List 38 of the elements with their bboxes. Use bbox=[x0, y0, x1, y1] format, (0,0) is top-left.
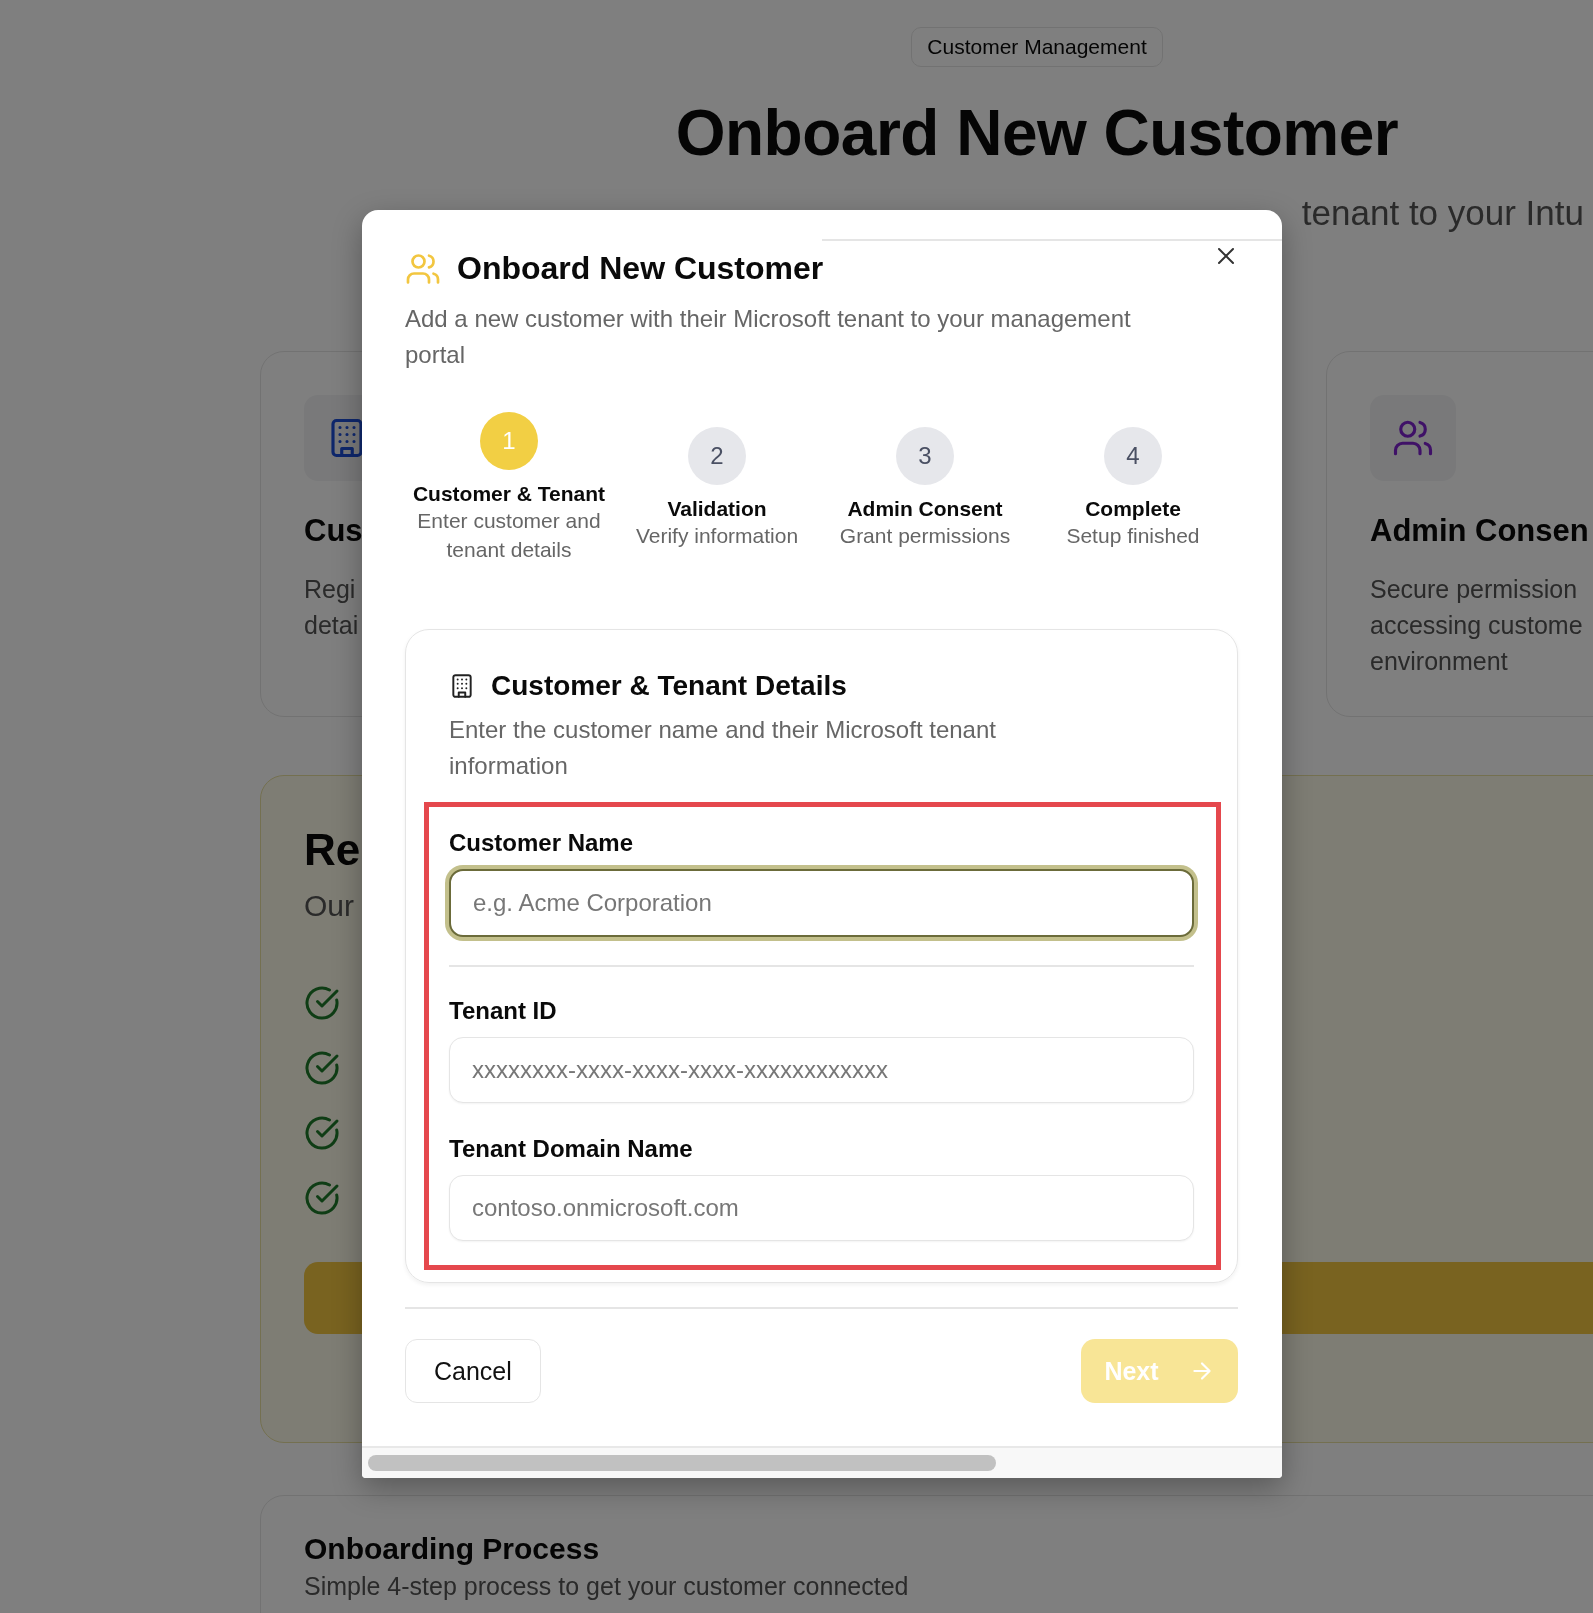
cancel-button[interactable]: Cancel bbox=[405, 1339, 541, 1403]
card-description: Simple 4-step process to get your customer connected bbox=[304, 1572, 910, 1601]
field-label: Tenant ID bbox=[449, 997, 558, 1025]
step-label: Validation bbox=[667, 496, 767, 521]
check-circle-icon bbox=[304, 1115, 340, 1151]
card-title: Onboarding Process bbox=[304, 1532, 601, 1566]
card-title: Re bbox=[304, 824, 361, 876]
step-number: 3 bbox=[896, 426, 954, 485]
step-description: Verify information bbox=[635, 522, 799, 549]
category-badge: Customer Management bbox=[911, 27, 1163, 67]
step-number: 4 bbox=[1104, 426, 1162, 485]
page-subtitle: tenant to your Intu bbox=[1301, 192, 1584, 234]
step-description: Setup finished bbox=[1066, 522, 1200, 549]
card-description: Our bbox=[304, 889, 354, 923]
input-field[interactable]: e.g. Acme Corporation bbox=[449, 869, 1194, 937]
check-circle-icon bbox=[304, 1180, 340, 1216]
page-title: Onboard New Customer bbox=[675, 96, 1399, 171]
card-description: Regi detai bbox=[304, 574, 360, 641]
step-label: Admin Consent bbox=[847, 496, 1003, 521]
step-description: Enter customer and tenant details bbox=[416, 508, 602, 563]
field-label: Tenant Domain Name bbox=[449, 1135, 694, 1163]
step-label: Customer & Tenant bbox=[412, 482, 606, 506]
step-number: 1 bbox=[480, 412, 538, 470]
card-description: Secure permission accessing custome environment bbox=[1370, 574, 1584, 677]
step-label: Complete bbox=[1085, 496, 1181, 521]
check-circle-icon bbox=[304, 1050, 340, 1086]
section-title: Customer & Tenant Details bbox=[491, 670, 847, 702]
card-title: Admin Consen bbox=[1370, 513, 1589, 549]
card-title: Cus bbox=[304, 513, 363, 549]
step-description: Grant permissions bbox=[839, 522, 1011, 549]
dialog-title: Onboard New Customer bbox=[457, 250, 824, 287]
check-circle-icon bbox=[304, 985, 340, 1021]
dialog-description: Add a new customer with their Microsoft tenant to your management portal bbox=[405, 304, 1132, 370]
building-icon bbox=[449, 673, 475, 699]
scrollbar[interactable] bbox=[368, 1455, 996, 1471]
section-description: Enter the customer name and their Microsoft tenant information bbox=[448, 715, 997, 781]
step-number: 2 bbox=[688, 426, 746, 485]
field-label: Customer Name bbox=[449, 829, 635, 857]
